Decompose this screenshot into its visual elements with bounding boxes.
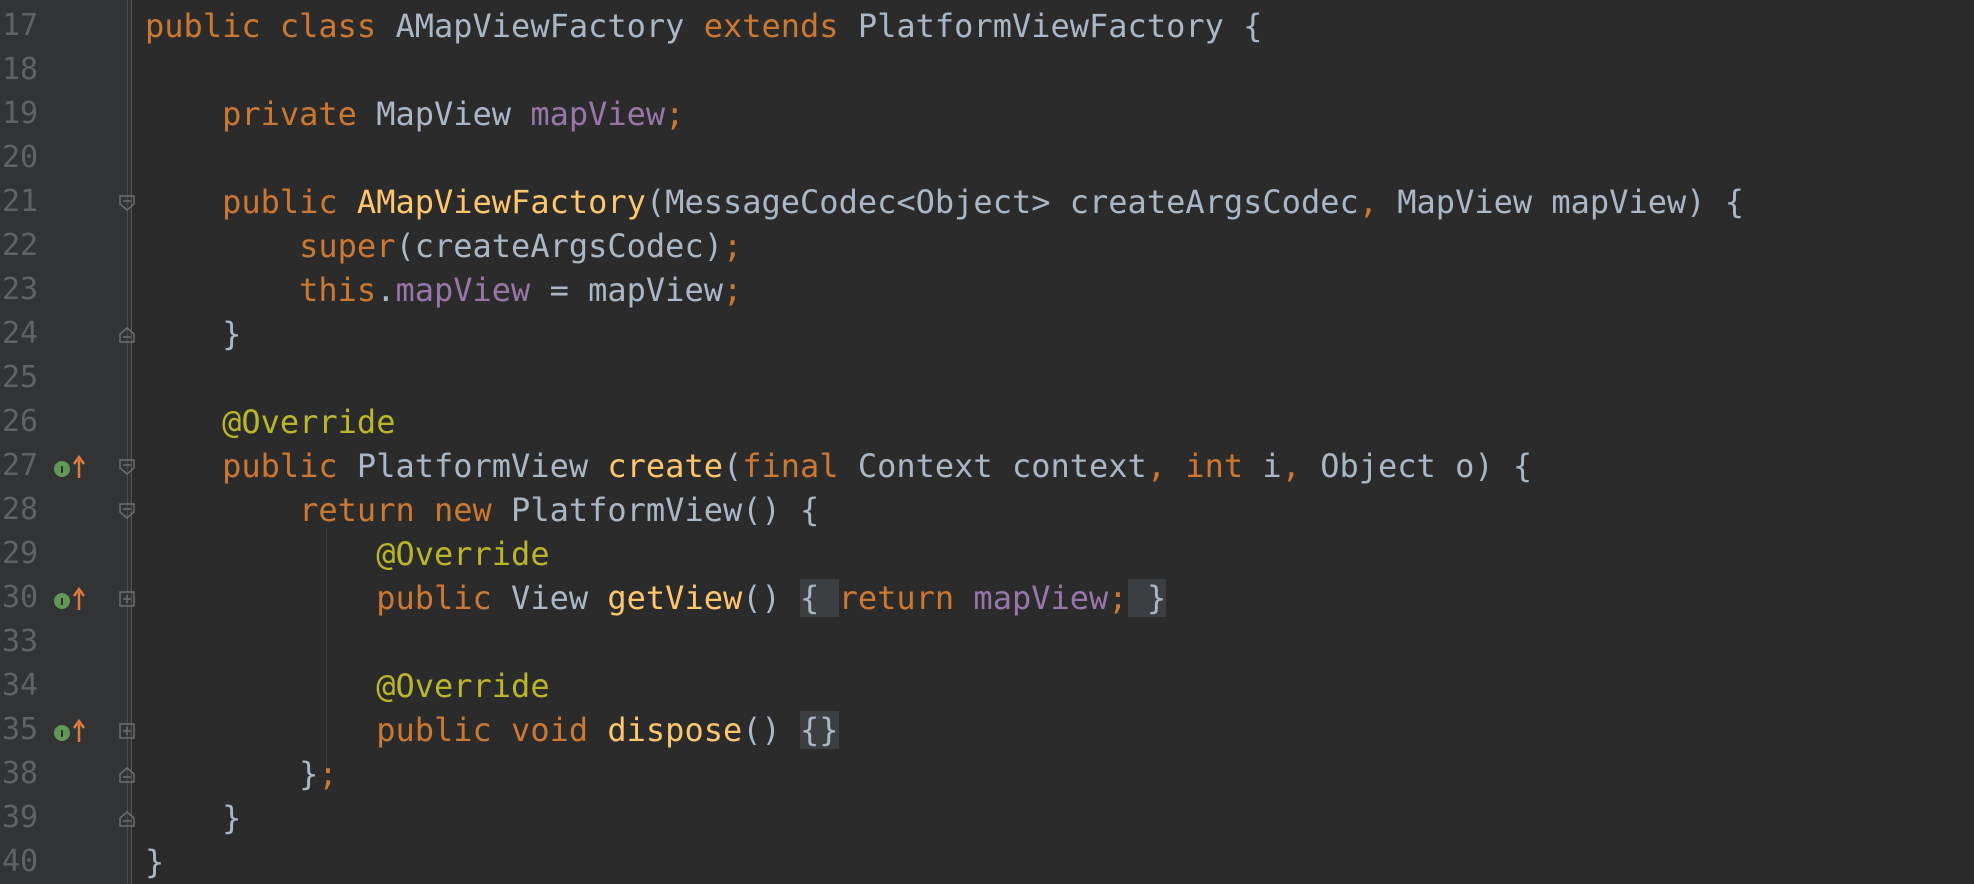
fold-icon[interactable] (118, 194, 136, 212)
code-text: public class AMapViewFactory extends Pla… (145, 7, 1263, 45)
code-line[interactable]: 38 }; (0, 752, 1974, 796)
line-number: 35 (2, 712, 39, 747)
code-line[interactable]: 30 I public View getView() { return mapV… (0, 576, 1974, 620)
code-text: @Override (376, 535, 550, 573)
code-line[interactable]: 18 (0, 48, 1974, 92)
code-text: this.mapView = mapView; (299, 271, 743, 309)
line-number: 30 (2, 580, 39, 615)
line-number: 40 (2, 844, 39, 879)
implements-method-icon[interactable]: I (53, 586, 89, 612)
folded-region[interactable]: { (800, 579, 839, 617)
code-text: @Override (376, 667, 550, 705)
code-text: }; (145, 755, 338, 793)
line-number: 33 (2, 624, 39, 659)
line-number: 20 (2, 140, 39, 175)
line-number: 28 (2, 492, 39, 527)
code-line[interactable]: 24 } (0, 312, 1974, 356)
fold-end-icon[interactable] (118, 766, 136, 784)
code-text: } (145, 843, 165, 881)
code-text: } (145, 799, 242, 837)
line-number: 23 (2, 272, 39, 307)
line-number: 21 (2, 184, 39, 219)
line-number: 18 (2, 52, 39, 87)
code-line[interactable]: 35 I public void dispose() {} (0, 708, 1974, 752)
code-text: return new PlatformView() { (299, 491, 820, 529)
line-number: 27 (2, 448, 39, 483)
code-line[interactable]: 21 public AMapViewFactory(MessageCodec<O… (0, 180, 1974, 224)
line-number: 34 (2, 668, 39, 703)
line-number: 17 (2, 8, 39, 43)
line-number: 26 (2, 404, 39, 439)
implements-method-icon[interactable]: I (53, 718, 89, 744)
fold-end-icon[interactable] (118, 326, 136, 344)
folded-region[interactable]: {} (800, 711, 839, 749)
code-line[interactable]: 25 (0, 356, 1974, 400)
code-text: public void dispose() {} (376, 711, 839, 749)
code-line[interactable]: 23 this.mapView = mapView; (0, 268, 1974, 312)
line-number: 38 (2, 756, 39, 791)
code-text: public AMapViewFactory(MessageCodec<Obje… (222, 183, 1745, 221)
code-editor[interactable]: 17 public class AMapViewFactory extends … (0, 0, 1974, 884)
fold-icon[interactable] (118, 502, 136, 520)
line-number: 29 (2, 536, 39, 571)
folded-region[interactable]: } (1127, 579, 1167, 617)
code-text: super(createArgsCodec); (299, 227, 743, 265)
code-line[interactable]: 20 (0, 136, 1974, 180)
code-line[interactable]: 40 } (0, 840, 1974, 884)
collapsed-fold-icon[interactable] (118, 722, 136, 740)
implements-method-icon[interactable]: I (53, 454, 89, 480)
code-line[interactable]: 17 public class AMapViewFactory extends … (0, 4, 1974, 48)
code-line[interactable]: 34 @Override (0, 664, 1974, 708)
code-line[interactable]: 22 super(createArgsCodec); (0, 224, 1974, 268)
code-line[interactable]: 27 I public PlatformView create(final Co… (0, 444, 1974, 488)
svg-text:I: I (60, 465, 64, 476)
line-number: 24 (2, 316, 39, 351)
code-line[interactable]: 19 private MapView mapView; (0, 92, 1974, 136)
code-text: public View getView() { return mapView; … (376, 579, 1167, 617)
svg-text:I: I (60, 729, 64, 740)
fold-end-icon[interactable] (118, 810, 136, 828)
code-text: public PlatformView create(final Context… (222, 447, 1533, 485)
fold-icon[interactable] (118, 458, 136, 476)
collapsed-fold-icon[interactable] (118, 590, 136, 608)
line-number: 22 (2, 228, 39, 263)
svg-text:I: I (60, 597, 64, 608)
code-text: } (145, 315, 242, 353)
code-line[interactable]: 26 @Override (0, 400, 1974, 444)
code-line[interactable]: 33 (0, 620, 1974, 664)
code-text: @Override (222, 403, 396, 441)
code-line[interactable]: 28 return new PlatformView() { (0, 488, 1974, 532)
line-number: 25 (2, 360, 39, 395)
code-line[interactable]: 39 } (0, 796, 1974, 840)
code-line[interactable]: 29 @Override (0, 532, 1974, 576)
code-text: private MapView mapView; (222, 95, 685, 133)
line-number: 39 (2, 800, 39, 835)
line-number: 19 (2, 96, 39, 131)
